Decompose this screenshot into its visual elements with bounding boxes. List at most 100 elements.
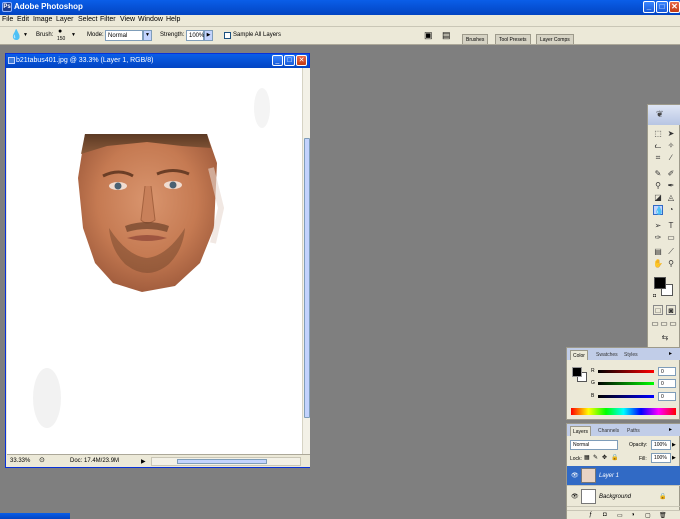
slice-tool-icon[interactable]: ∕ xyxy=(666,153,676,163)
adjustment-layer-icon[interactable]: ◑ xyxy=(631,512,635,518)
well-tab-layer-comps[interactable]: Layer Comps xyxy=(536,34,574,44)
new-layer-icon[interactable]: ▢ xyxy=(645,512,651,519)
tool-preset-arrow-icon[interactable]: ▼ xyxy=(23,32,28,38)
vertical-scrollbar[interactable] xyxy=(302,68,310,454)
layer-row-layer-1[interactable]: 👁 Layer 1 xyxy=(567,466,680,486)
palette-well-icon[interactable]: ▤ xyxy=(442,30,451,41)
eyedropper-tool-icon[interactable]: ⟋ xyxy=(666,247,676,257)
file-browser-icon[interactable]: ▣ xyxy=(424,30,433,41)
well-tab-brushes[interactable]: Brushes xyxy=(462,34,489,44)
menu-image[interactable]: Image xyxy=(33,16,52,23)
fill-arrow-icon[interactable]: ▶ xyxy=(672,455,676,461)
type-tool-icon[interactable]: T xyxy=(666,221,676,231)
history-brush-tool-icon[interactable]: ✒ xyxy=(666,181,676,191)
channel-g-value[interactable]: 0 xyxy=(658,379,676,388)
minimize-button[interactable]: _ xyxy=(643,1,655,13)
menu-view[interactable]: View xyxy=(120,16,135,23)
tab-color[interactable]: Color xyxy=(570,350,588,360)
clone-stamp-tool-icon[interactable]: ⚲ xyxy=(653,181,663,191)
paint-bucket-tool-icon[interactable]: ◬ xyxy=(666,193,676,203)
menu-help[interactable]: Help xyxy=(166,16,180,23)
color-spectrum-ramp[interactable] xyxy=(571,408,676,415)
layers-panel-menu-icon[interactable]: ▸ xyxy=(669,426,672,433)
mode-select[interactable]: Normal xyxy=(105,30,143,41)
pen-tool-icon[interactable]: ✑ xyxy=(653,233,663,243)
jump-to-imageready-icon[interactable]: ⇆ xyxy=(658,333,672,343)
tab-styles[interactable]: Styles xyxy=(622,350,640,360)
eye-icon[interactable]: 👁 xyxy=(571,472,579,479)
lasso-tool-icon[interactable]: ᓚ xyxy=(653,141,663,151)
maximize-button[interactable]: □ xyxy=(656,1,668,13)
status-menu-arrow-icon[interactable]: ▶ xyxy=(141,458,146,465)
standard-screen-mode-icon[interactable]: ▭ xyxy=(651,319,659,329)
tab-channels[interactable]: Channels xyxy=(596,426,621,436)
channel-r-slider[interactable] xyxy=(598,370,654,373)
image-canvas[interactable] xyxy=(7,68,302,454)
tab-paths[interactable]: Paths xyxy=(625,426,642,436)
doc-minimize-button[interactable]: _ xyxy=(272,55,283,66)
shape-tool-icon[interactable]: ▭ xyxy=(666,233,676,243)
trash-icon[interactable]: 🗑 xyxy=(659,512,667,519)
fill-input[interactable]: 100% xyxy=(651,453,671,463)
horizontal-scroll-thumb[interactable] xyxy=(177,459,267,464)
menu-file[interactable]: File xyxy=(2,16,13,23)
path-selection-tool-icon[interactable]: ➢ xyxy=(653,221,663,231)
channel-b-slider[interactable] xyxy=(598,395,654,398)
lock-position-icon[interactable]: ✥ xyxy=(602,454,607,461)
doc-maximize-button[interactable]: □ xyxy=(284,55,295,66)
full-screen-menubar-mode-icon[interactable]: ▭ xyxy=(660,319,668,329)
standard-mode-icon[interactable]: □ xyxy=(653,305,663,315)
tools-panel-header[interactable]: ❦ xyxy=(648,105,680,125)
blur-tool-icon-selected[interactable]: 💧 xyxy=(653,205,664,215)
layer-style-icon[interactable]: ƒ xyxy=(589,512,592,518)
sample-all-layers-checkbox[interactable] xyxy=(224,32,231,39)
zoom-tool-icon[interactable]: ⚲ xyxy=(666,259,676,269)
foreground-color-swatch[interactable] xyxy=(654,277,666,289)
well-tab-tool-presets[interactable]: Tool Presets xyxy=(495,34,531,44)
blend-mode-select[interactable]: Normal xyxy=(570,440,618,450)
brush-tip-icon[interactable]: ● xyxy=(58,28,62,35)
lock-pixels-icon[interactable]: ✎ xyxy=(593,454,598,461)
brush-picker-arrow-icon[interactable]: ▼ xyxy=(71,32,76,38)
tab-layers[interactable]: Layers xyxy=(570,426,592,436)
channel-b-value[interactable]: 0 xyxy=(658,392,676,401)
minimized-window-bar[interactable] xyxy=(0,513,70,519)
menu-window[interactable]: Window xyxy=(138,16,163,23)
notes-tool-icon[interactable]: ▤ xyxy=(653,247,663,257)
menu-select[interactable]: Select xyxy=(78,16,97,23)
color-fg-swatch[interactable] xyxy=(572,367,582,377)
layer-set-icon[interactable]: ▭ xyxy=(617,512,623,519)
color-panel-menu-icon[interactable]: ▸ xyxy=(669,350,672,357)
zoom-level[interactable]: 33.33% xyxy=(10,458,30,464)
magic-wand-tool-icon[interactable]: ✧ xyxy=(666,141,676,151)
menu-filter[interactable]: Filter xyxy=(100,16,116,23)
eraser-tool-icon[interactable]: ◪ xyxy=(653,193,663,203)
strength-slider-arrow-icon[interactable]: ▶ xyxy=(204,30,213,41)
blur-tool-icon[interactable]: 💧 xyxy=(10,30,22,41)
channel-r-value[interactable]: 0 xyxy=(658,367,676,376)
healing-brush-tool-icon[interactable]: ✎ xyxy=(653,169,663,179)
zoom-icon[interactable]: ⊙ xyxy=(39,456,45,464)
full-screen-mode-icon[interactable]: ▭ xyxy=(669,319,677,329)
doc-close-button[interactable]: ✕ xyxy=(296,55,307,66)
mode-dropdown-arrow-icon[interactable]: ▼ xyxy=(143,30,152,41)
layer-mask-icon[interactable]: ◘ xyxy=(603,512,607,518)
tab-swatches[interactable]: Swatches xyxy=(594,350,620,360)
channel-g-slider[interactable] xyxy=(598,382,654,385)
horizontal-scrollbar[interactable] xyxy=(151,457,301,466)
marquee-tool-icon[interactable]: ⬚ xyxy=(653,129,663,139)
document-title-bar[interactable]: b21tabus401.jpg @ 33.3% (Layer 1, RGB/8)… xyxy=(6,54,309,68)
lock-transparency-icon[interactable]: ▦ xyxy=(584,454,590,461)
move-tool-icon[interactable]: ➤ xyxy=(666,129,676,139)
opacity-input[interactable]: 100% xyxy=(651,440,671,450)
vertical-scroll-thumb[interactable] xyxy=(304,138,310,418)
crop-tool-icon[interactable]: ⌗ xyxy=(653,153,663,163)
menu-edit[interactable]: Edit xyxy=(17,16,29,23)
quick-mask-mode-icon[interactable]: ◙ xyxy=(666,305,676,315)
strength-input[interactable]: 100% xyxy=(186,30,204,41)
brush-tool-icon[interactable]: ✐ xyxy=(666,169,676,179)
default-colors-icon[interactable]: ◘ xyxy=(653,293,656,299)
eye-icon[interactable]: 👁 xyxy=(571,493,579,500)
lock-all-icon[interactable]: 🔒 xyxy=(611,454,618,461)
hand-tool-icon[interactable]: ✋ xyxy=(653,259,663,269)
